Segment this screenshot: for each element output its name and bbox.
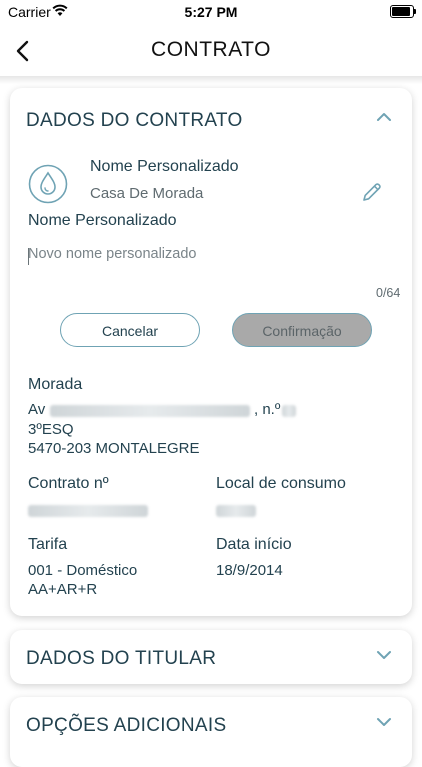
clock: 5:27 PM	[184, 4, 238, 20]
address-line1-prefix: Av	[28, 401, 46, 418]
cancel-button[interactable]: Cancelar	[60, 313, 200, 347]
consumption-site-label: Local de consumo	[216, 475, 346, 492]
tariff-label: Tarifa	[28, 536, 68, 553]
nav-bar: CONTRATO	[0, 26, 422, 76]
contract-number-label: Contrato nº	[28, 475, 109, 492]
redacted-street	[50, 405, 250, 417]
custom-name-input[interactable]: Novo nome personalizado	[28, 246, 398, 266]
contract-card-title[interactable]: DADOS DO CONTRATO	[26, 110, 243, 132]
additional-options-card[interactable]: OPÇÕES ADICIONAIS	[10, 697, 412, 767]
holder-card-title[interactable]: DADOS DO TITULAR	[26, 648, 216, 670]
battery-icon	[390, 5, 416, 18]
redacted-consumption-site	[216, 505, 256, 517]
start-date-value: 18/9/2014	[216, 562, 283, 579]
chevron-down-icon[interactable]	[376, 650, 392, 660]
page-title: CONTRATO	[151, 38, 271, 61]
water-drop-icon	[28, 164, 68, 204]
custom-name-value: Casa De Morada	[90, 185, 204, 202]
custom-name-header: Nome Personalizado	[90, 158, 239, 175]
custom-name-input-label: Nome Personalizado	[28, 212, 177, 229]
redacted-door-number	[282, 405, 296, 417]
start-date-label: Data início	[216, 536, 292, 553]
contract-data-card: DADOS DO CONTRATO Nome Personalizado Cas…	[10, 88, 412, 616]
tariff-value-line1: 001 - Doméstico	[28, 562, 138, 579]
nav-divider	[0, 76, 422, 84]
address-label: Morada	[28, 376, 83, 393]
additional-options-title[interactable]: OPÇÕES ADICIONAIS	[26, 715, 226, 737]
holder-data-card[interactable]: DADOS DO TITULAR	[10, 630, 412, 684]
chevron-up-icon[interactable]	[376, 112, 392, 122]
address-line3: 5470-203 MONTALEGRE	[28, 440, 200, 457]
confirm-button[interactable]: Confirmação	[232, 313, 372, 347]
redacted-contract-number	[28, 505, 148, 517]
address-line2: 3ºESQ	[28, 421, 74, 438]
character-counter: 0/64	[376, 286, 401, 300]
edit-pencil-icon[interactable]	[360, 180, 384, 204]
tariff-value-line2: AA+AR+R	[28, 581, 98, 598]
chevron-down-icon[interactable]	[376, 717, 392, 727]
status-bar: Carrier 5:27 PM	[0, 0, 422, 24]
address-line1-suffix: , n.º	[254, 401, 281, 418]
